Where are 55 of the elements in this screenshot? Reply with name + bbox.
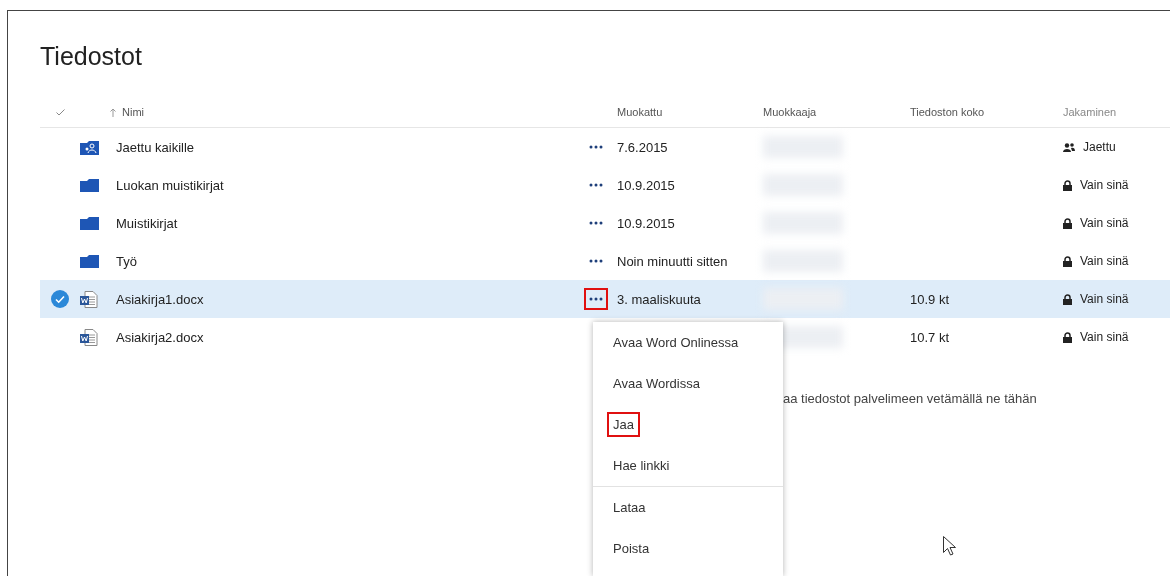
column-header[interactable]: Jakaminen [1063,106,1117,118]
lock-icon [1063,293,1072,305]
menu-item[interactable]: Avaa Word Onlinessa [607,330,745,355]
modified-date: 10.9.2015 [617,215,675,231]
more-button[interactable] [584,288,608,310]
more-icon [589,183,603,187]
selected-row-background[interactable]: Asiakirja1.docx 3. maaliskuuta 10.9 kt Vain sinä [40,280,1170,318]
menu-item[interactable]: Lataa [607,495,652,520]
sharing-status: Vain sinä [1080,292,1129,306]
sharing-status: Vain sinä [1080,216,1129,230]
file-name[interactable]: Asiakirja1.docx [116,291,204,307]
more-icon [589,297,603,301]
column-header[interactable]: Muokattu [617,106,663,118]
modified-date: 3. maaliskuuta [617,291,701,307]
sharing-status: Jaettu [1083,140,1116,154]
lock-icon [1063,179,1072,191]
file-size: 10.9 kt [910,291,950,307]
menu-item[interactable]: Poista [607,536,656,561]
mouse-pointer-icon [943,536,956,556]
column-header[interactable]: Muokkaaja [763,106,817,118]
folder-icon [80,178,99,192]
column-header[interactable]: Nimi [122,106,144,118]
word-document-icon [80,328,98,346]
file-size: 10.7 kt [910,329,950,345]
selected-check-icon[interactable] [51,290,69,308]
lock-icon [1063,255,1072,267]
word-document-icon [80,290,98,308]
sort-arrow-icon[interactable] [110,107,116,117]
file-name[interactable]: Luokan muistikirjat [116,177,224,193]
more-icon [589,145,603,149]
page-title: Tiedostot [40,41,142,71]
drop-hint: aa tiedostot palvelimeen vetämällä ne tähän [783,391,1037,406]
sharing-status: Vain sinä [1080,330,1129,344]
check-icon[interactable] [55,108,65,116]
menu-item[interactable]: Avaa Wordissa [607,371,706,396]
file-name[interactable]: Jaettu kaikille [116,139,195,155]
menu-item[interactable]: Jaa [607,412,640,437]
menu-item[interactable]: Hae linkki [607,453,676,478]
file-name[interactable]: Työ [116,253,137,269]
shared-folder-icon [80,139,99,155]
more-icon [589,221,603,225]
file-name[interactable]: Muistikirjat [116,215,178,231]
file-name[interactable]: Asiakirja2.docx [116,329,204,345]
modified-date: 10.9.2015 [617,177,675,193]
column-header[interactable]: Tiedoston koko [910,106,985,118]
more-icon [589,259,603,263]
lock-icon [1063,331,1072,343]
folder-icon [80,254,99,268]
modified-date: 7.6.2015 [617,139,668,155]
people-icon [1063,142,1075,152]
modified-date: Noin minuutti sitten [617,253,728,269]
sharing-status: Vain sinä [1080,178,1129,192]
folder-icon [80,216,99,230]
sharing-status: Vain sinä [1080,254,1129,268]
lock-icon [1063,217,1072,229]
